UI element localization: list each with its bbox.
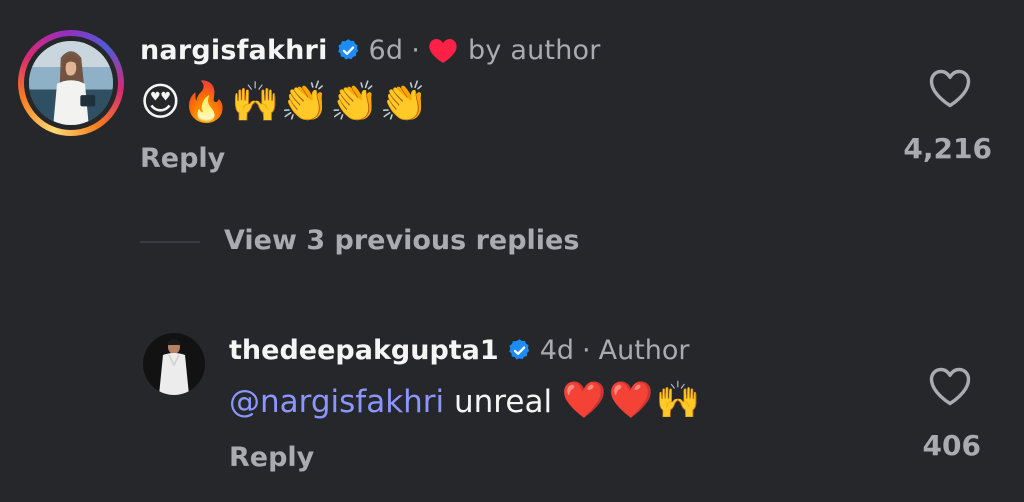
reply-emojis: ❤️❤️🙌 bbox=[561, 380, 703, 421]
reply-timestamp: 4d bbox=[539, 334, 575, 366]
avatar bbox=[29, 41, 113, 125]
heart-outline-icon bbox=[929, 367, 971, 406]
like-count: 4,216 bbox=[903, 132, 992, 165]
reply-header: thedeepakgupta1 4d · Author bbox=[229, 330, 690, 370]
liked-by-author-label: by author bbox=[468, 34, 601, 66]
author-badge: Author bbox=[598, 334, 690, 366]
story-ring-avatar[interactable] bbox=[18, 30, 124, 136]
reply-username[interactable]: thedeepakgupta1 bbox=[229, 335, 499, 366]
thread-line bbox=[140, 241, 200, 243]
comment-username[interactable]: nargisfakhri bbox=[140, 35, 328, 66]
heart-filled-icon bbox=[428, 37, 458, 64]
separator-dot: · bbox=[411, 34, 421, 66]
mention-link[interactable]: @nargisfakhri bbox=[229, 384, 444, 420]
comment-header: nargisfakhri 6d · by author bbox=[140, 30, 601, 70]
reply-button[interactable]: Reply bbox=[229, 442, 314, 473]
like-button[interactable] bbox=[926, 66, 974, 110]
reply-button[interactable]: Reply bbox=[140, 143, 225, 174]
reply-text: @nargisfakhri unreal ❤️❤️🙌 bbox=[229, 378, 702, 424]
comment-text: 😍🔥🙌👏👏👏 bbox=[140, 80, 430, 125]
verified-badge-icon bbox=[507, 338, 532, 363]
like-count: 406 bbox=[922, 429, 981, 462]
heart-outline-icon bbox=[929, 69, 971, 108]
avatar-photo bbox=[143, 333, 205, 395]
separator-dot: · bbox=[582, 334, 591, 366]
reply-words: unreal bbox=[454, 384, 553, 420]
reply-avatar[interactable] bbox=[143, 333, 205, 395]
avatar-photo bbox=[29, 41, 113, 125]
view-previous-replies-button[interactable]: View 3 previous replies bbox=[224, 225, 579, 256]
comment-timestamp: 6d bbox=[368, 34, 404, 66]
verified-badge-icon bbox=[336, 38, 361, 63]
like-button[interactable] bbox=[926, 364, 974, 408]
comments-screen: nargisfakhri 6d · by author 😍🔥🙌👏👏👏 Reply… bbox=[0, 0, 1024, 502]
